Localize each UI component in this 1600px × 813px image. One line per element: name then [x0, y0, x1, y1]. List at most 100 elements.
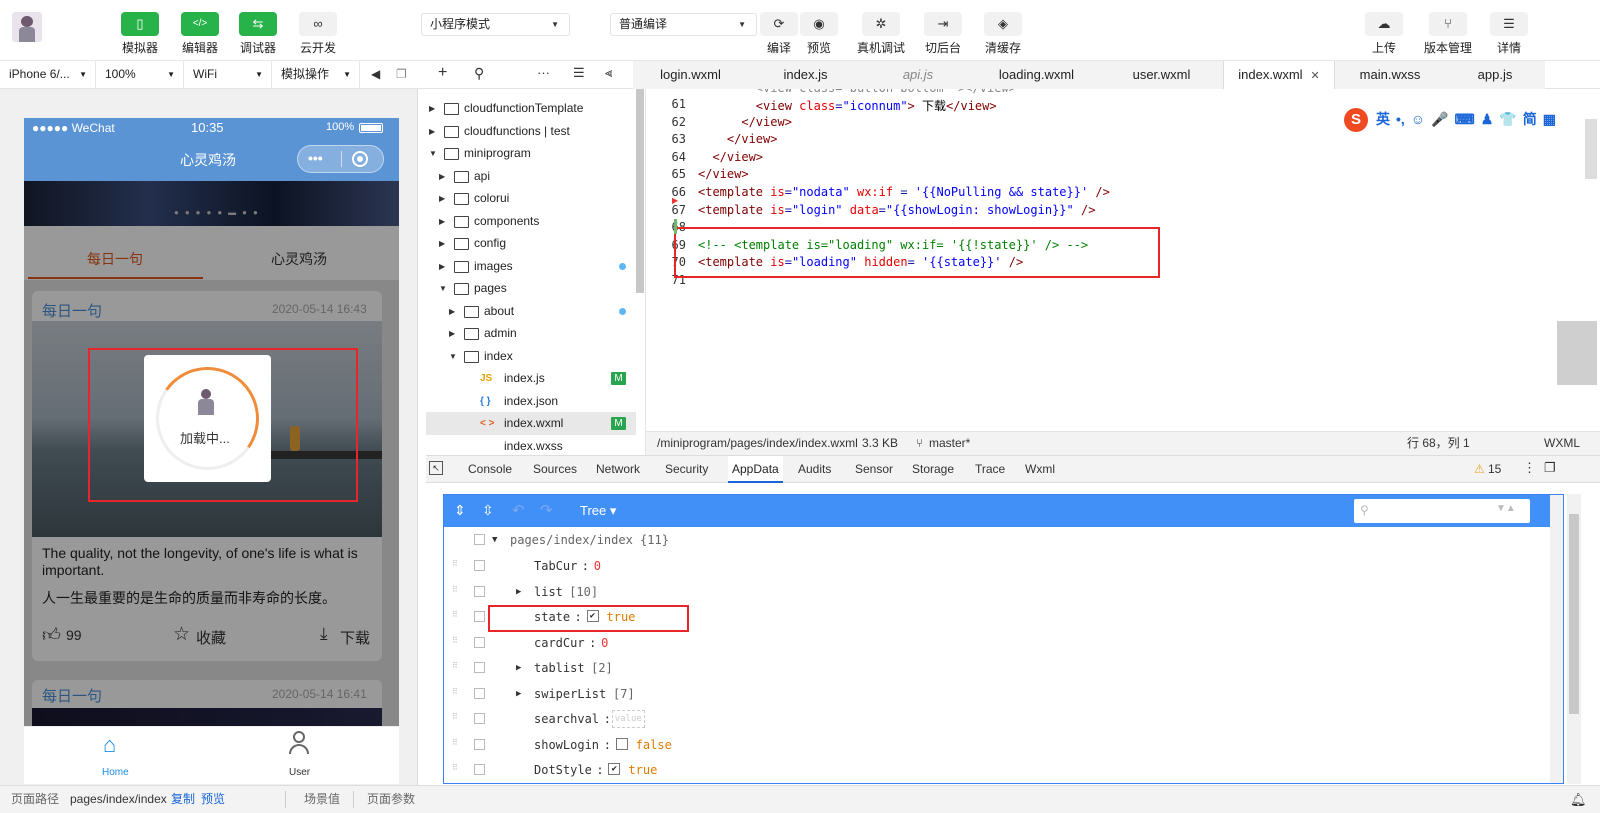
copy-link[interactable]: 复制 [171, 786, 195, 813]
chevron-right-icon[interactable]: ▶ [439, 232, 445, 255]
kebab-menu-icon[interactable]: ⋮ [1523, 460, 1536, 476]
home-icon[interactable]: ⌂ [103, 732, 116, 758]
redo-icon[interactable]: ↷ [540, 501, 553, 519]
expand-arrow-icon[interactable]: ▶ [516, 655, 521, 681]
editor-tab[interactable]: login.wxml [633, 61, 748, 89]
file-tree-item[interactable]: { } index.json [426, 390, 636, 413]
file-tree-item[interactable]: ▶ colorui [426, 187, 636, 210]
split-pane-icon[interactable]: ⫷ [605, 65, 612, 81]
expand-arrow-icon[interactable]: ▶ [516, 681, 521, 707]
row-checkbox[interactable] [474, 560, 485, 571]
appdata-row[interactable]: ⠿ showLogin: false [444, 732, 1563, 758]
file-tree-item[interactable]: index.wxss [426, 435, 636, 456]
appdata-search[interactable]: ⚲ ▼▲ [1354, 499, 1530, 523]
devtools-tab-trace[interactable]: Trace [975, 456, 1005, 483]
drag-handle-icon[interactable]: ⠿ [452, 764, 460, 775]
row-checkbox[interactable] [474, 713, 485, 724]
chevron-right-icon[interactable]: ▶ [449, 322, 455, 345]
appdata-row[interactable]: ⠿ DotStyle: ✔ true [444, 757, 1563, 783]
appdata-row[interactable]: ⠿ ▶ list [10] [444, 579, 1563, 605]
appdata-row[interactable]: ⠿ searchval: value [444, 706, 1563, 732]
bool-checkbox[interactable] [615, 737, 628, 750]
ime-item[interactable]: 👕 [1499, 108, 1516, 130]
expand-all-icon[interactable]: ⇕ [454, 502, 466, 519]
file-tree-item[interactable]: ▶ components [426, 210, 636, 233]
devtools-tab-network[interactable]: Network [596, 456, 640, 483]
ime-item[interactable]: ♟ [1481, 108, 1494, 130]
file-tree-item[interactable]: ▶ cloudfunctionTemplate [426, 97, 636, 120]
more-icon[interactable]: ··· [537, 65, 550, 80]
devtools-scrollbar[interactable] [1567, 494, 1581, 784]
file-tree-item[interactable]: < > index.wxml M [426, 412, 636, 435]
file-tree-item[interactable]: ▼ miniprogram [426, 142, 636, 165]
device-select[interactable]: iPhone 6/... ▼ [0, 61, 96, 89]
appdata-value[interactable]: 0 [601, 630, 608, 656]
toolbar-bug-button[interactable]: ✲ 真机调试 [851, 10, 911, 56]
chevron-right-icon[interactable]: ▶ [439, 165, 445, 188]
drag-handle-icon[interactable]: ⠿ [452, 585, 460, 597]
undock-icon[interactable]: ❐ [1544, 460, 1556, 476]
drag-handle-icon[interactable]: ⠿ [452, 611, 460, 622]
chevron-right-icon[interactable]: ▶ [439, 210, 445, 233]
network-select[interactable]: WiFi ▼ [184, 61, 272, 89]
devtools-tab-sensor[interactable]: Sensor [855, 456, 893, 483]
mute-icon[interactable]: ◀ [371, 67, 380, 81]
ime-item[interactable]: ☺ [1411, 108, 1425, 130]
expand-arrow-icon[interactable]: ▶ [516, 579, 521, 605]
appdata-value-input[interactable]: value [611, 710, 645, 728]
operation-select[interactable]: 模拟操作 ▼ [272, 61, 360, 89]
chevron-down-icon[interactable]: ▼ [449, 345, 457, 368]
drag-handle-icon[interactable]: ⠿ [452, 662, 460, 673]
ime-item[interactable]: 英 [1376, 108, 1390, 130]
file-tree-item[interactable]: ▼ index [426, 345, 636, 368]
row-checkbox[interactable] [474, 738, 485, 750]
add-file-icon[interactable]: + [438, 64, 447, 82]
appdata-value[interactable]: 0 [594, 553, 601, 579]
editor-tab[interactable]: main.wxss [1335, 61, 1445, 89]
editor-tab[interactable]: user.wxml [1100, 61, 1223, 89]
file-path[interactable]: /miniprogram/pages/index/index.wxml [657, 432, 858, 455]
compile-select[interactable]: 普通编译 ▼ [610, 13, 757, 36]
file-tree-item[interactable]: ▶ cloudfunctions | test [426, 120, 636, 143]
preview-link[interactable]: 预览 [201, 786, 225, 813]
devtools-tab-wxml[interactable]: Wxml [1025, 456, 1055, 483]
chevron-right-icon[interactable]: ▶ [449, 300, 455, 323]
appdata-row[interactable]: ⠿ cardCur:0 [444, 630, 1563, 656]
mode-select[interactable]: 小程序模式 ▼ [421, 13, 570, 36]
devtools-tab-sources[interactable]: Sources [533, 456, 577, 483]
devtools-tab-appdata[interactable]: AppData [728, 456, 783, 483]
bell-icon[interactable]: 🔔︎ [1570, 786, 1587, 813]
file-tree-item[interactable]: ▶ images [426, 255, 636, 278]
tab-home[interactable]: Home [102, 767, 129, 778]
file-tree-item[interactable]: ▶ config [426, 232, 636, 255]
appdata-scrollbar[interactable] [1550, 495, 1563, 783]
file-tree-item[interactable]: ▶ admin [426, 322, 636, 345]
appdata-value[interactable]: false [636, 732, 672, 758]
editor-tab[interactable]: api.js [863, 61, 973, 89]
bool-checkbox[interactable]: ✔ [608, 763, 621, 775]
ime-item[interactable]: ⌨ [1455, 108, 1475, 130]
undo-icon[interactable]: ↶ [512, 501, 525, 519]
row-checkbox[interactable] [474, 585, 485, 597]
chevron-down-icon[interactable]: ▼ [439, 277, 447, 300]
toolbar-cloud-link-button[interactable]: ∞ 云开发 [288, 10, 348, 56]
toolbar-branch-button[interactable]: ⑂ 版本管理 [1418, 10, 1478, 56]
row-checkbox[interactable] [474, 534, 485, 545]
chevron-down-icon[interactable]: ▼ [429, 142, 437, 165]
drag-handle-icon[interactable]: ⠿ [452, 636, 460, 648]
file-tree-item[interactable]: JS index.js M [426, 367, 636, 390]
row-checkbox[interactable] [474, 764, 485, 775]
drag-handle-icon[interactable]: ⠿ [452, 738, 460, 750]
search-icon[interactable]: ⚲ [474, 65, 484, 82]
branch-name[interactable]: master* [929, 432, 970, 455]
zoom-select[interactable]: 100% ▼ [96, 61, 184, 89]
ime-item[interactable]: ▦ [1543, 108, 1556, 130]
user-avatar[interactable] [12, 12, 42, 42]
code-editor[interactable]: <view class="button bottom" ></view> 61 … [646, 89, 1600, 431]
view-mode-select[interactable]: Tree ▾ [580, 503, 616, 519]
devtools-tab-storage[interactable]: Storage [912, 456, 954, 483]
devtools-tab-audits[interactable]: Audits [798, 456, 831, 483]
toolbar-upload-button[interactable]: ☁ 上传 [1354, 10, 1414, 56]
toolbar-menu-button[interactable]: ☰ 详情 [1479, 10, 1539, 56]
appdata-row[interactable]: ⠿ TabCur:0 [444, 553, 1563, 579]
